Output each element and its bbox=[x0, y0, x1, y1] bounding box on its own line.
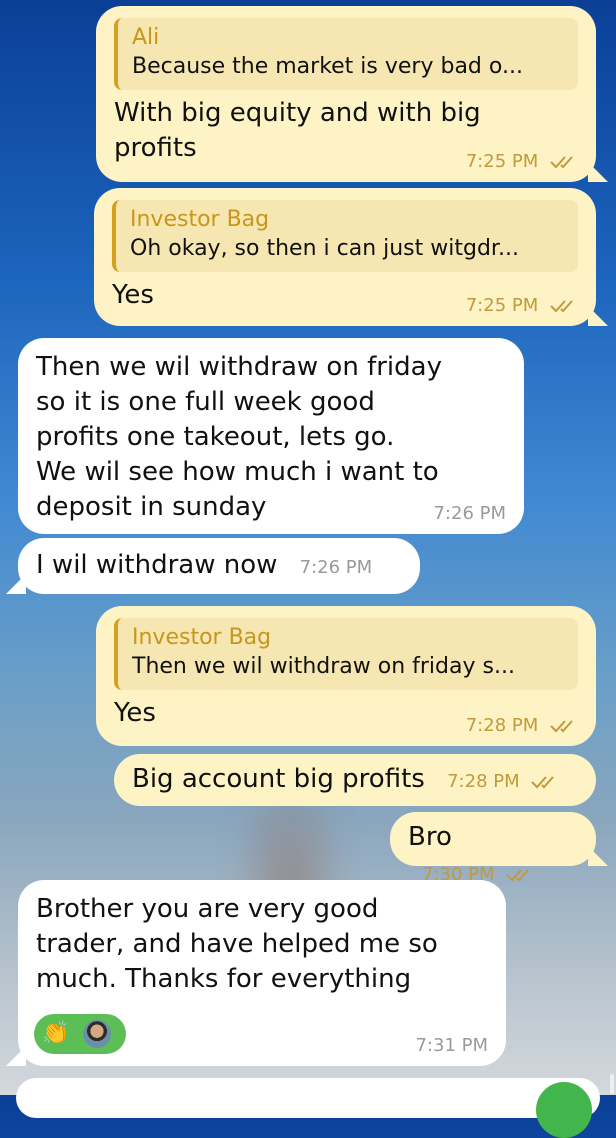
message-bubble-outgoing[interactable]: Bro 7:30 PM bbox=[390, 812, 608, 885]
message-meta: 7:28 PM bbox=[466, 716, 578, 736]
clapping-hands-icon: 👏 bbox=[42, 1021, 70, 1046]
message-meta: 7:25 PM bbox=[466, 296, 578, 316]
message-meta: 7:31 PM bbox=[415, 1036, 488, 1056]
message-bubble-incoming[interactable]: Brother you are very good trader, and ha… bbox=[6, 880, 506, 1066]
message-text: Big account big profits bbox=[132, 764, 425, 794]
message-input[interactable] bbox=[16, 1078, 600, 1118]
reply-snippet: Oh okay, so then i can just witgdr... bbox=[130, 236, 519, 261]
message-bubble-incoming[interactable]: I wil withdraw now 7:26 PM bbox=[6, 538, 420, 594]
reply-quote[interactable]: Investor Bag Then we wil withdraw on fri… bbox=[114, 618, 578, 690]
message-bubble-outgoing[interactable]: Investor Bag Then we wil withdraw on fri… bbox=[96, 606, 596, 746]
reply-author: Ali bbox=[132, 25, 160, 50]
message-text: I wil withdraw now bbox=[36, 550, 278, 580]
reply-quote[interactable]: Investor Bag Oh okay, so then i can just… bbox=[112, 200, 578, 272]
message-bubble-outgoing[interactable]: Investor Bag Oh okay, so then i can just… bbox=[94, 188, 608, 326]
message-time: 7:26 PM bbox=[433, 503, 506, 524]
message-time: 7:25 PM bbox=[465, 151, 539, 172]
scrollbar[interactable] bbox=[610, 1074, 614, 1094]
reply-author: Investor Bag bbox=[130, 207, 270, 232]
message-bubble-outgoing[interactable]: Ali Because the market is very bad o... … bbox=[96, 6, 608, 182]
double-check-icon bbox=[550, 156, 573, 169]
message-text: Brother you are very good trader, and ha… bbox=[36, 894, 438, 994]
message-meta: 7:26 PM bbox=[433, 504, 506, 524]
message-meta: 7:28 PM bbox=[447, 772, 559, 792]
reply-snippet: Then we wil withdraw on friday s... bbox=[132, 654, 515, 679]
avatar bbox=[81, 1018, 114, 1050]
double-check-icon bbox=[506, 869, 530, 882]
message-meta: 7:25 PM bbox=[466, 152, 578, 172]
reaction-chip[interactable]: 👏 bbox=[34, 1014, 126, 1054]
reply-snippet: Because the market is very bad o... bbox=[132, 54, 523, 79]
message-bubble-incoming[interactable]: Then we wil withdraw on friday so it is … bbox=[18, 338, 524, 534]
message-time: 7:28 PM bbox=[447, 771, 520, 792]
message-time: 7:25 PM bbox=[465, 295, 539, 316]
message-time: 7:28 PM bbox=[465, 715, 539, 736]
send-button[interactable] bbox=[536, 1082, 592, 1138]
message-time: 7:31 PM bbox=[415, 1035, 488, 1056]
message-text: Then we wil withdraw on friday so it is … bbox=[36, 352, 442, 522]
reply-quote[interactable]: Ali Because the market is very bad o... bbox=[114, 18, 578, 90]
message-meta: 7:26 PM bbox=[300, 558, 373, 578]
message-text: Bro bbox=[408, 822, 452, 852]
message-time: 7:26 PM bbox=[299, 557, 373, 578]
double-check-icon bbox=[531, 776, 555, 789]
double-check-icon bbox=[550, 300, 573, 313]
message-bubble-outgoing[interactable]: Big account big profits 7:28 PM bbox=[114, 754, 596, 806]
double-check-icon bbox=[550, 720, 573, 733]
reply-author: Investor Bag bbox=[132, 625, 272, 650]
